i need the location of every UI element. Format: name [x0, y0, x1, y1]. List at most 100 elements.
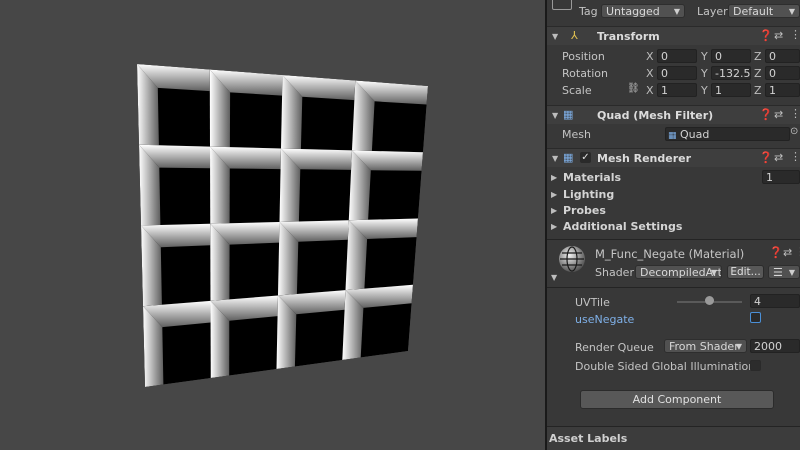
asset-labels-title: Asset Labels [549, 432, 628, 445]
uvtile-slider-thumb[interactable] [705, 296, 714, 305]
scale-z-field[interactable]: 1 [765, 83, 800, 97]
layer-dropdown[interactable]: Default ▼ [728, 4, 800, 18]
scale-label: Scale [562, 84, 592, 97]
foldout-expanded-icon[interactable]: ▼ [552, 32, 558, 41]
transform-title: Transform [597, 30, 660, 43]
list-icon: ☰ [773, 266, 783, 279]
context-menu-icon[interactable]: ⋮ [790, 107, 800, 120]
scale-x-field[interactable]: 1 [657, 83, 697, 97]
render-queue-mode: From Shader [669, 340, 739, 353]
help-icon[interactable]: ❓ [769, 246, 783, 259]
help-icon[interactable]: ❓ [759, 108, 773, 121]
transform-header[interactable]: ▼ ⅄ Transform ❓ ⇄ ⋮ [547, 26, 800, 45]
foldout-collapsed-icon[interactable]: ▶ [551, 173, 557, 182]
materials-count-field[interactable]: 1 [762, 170, 800, 184]
object-picker-icon[interactable]: ⊙ [790, 126, 798, 137]
rotation-x-field[interactable]: 0 [657, 66, 697, 80]
rotation-y-field[interactable]: -132.52 [711, 66, 751, 80]
mesh-filter-title: Quad (Mesh Filter) [597, 109, 714, 122]
material-title: M_Func_Negate (Material) [595, 247, 745, 261]
scale-y-axis[interactable]: Y [701, 84, 708, 97]
rotation-z-field[interactable]: 0 [765, 66, 800, 80]
mesh-filter-header[interactable]: ▼ ▦ Quad (Mesh Filter) ❓ ⇄ ⋮ [547, 105, 800, 124]
materials-foldout[interactable]: Materials [563, 171, 621, 184]
mesh-renderer-icon: ▦ [563, 151, 574, 164]
shader-dropdown[interactable]: DecompiledArt ▼ [635, 265, 722, 279]
rotation-x-axis[interactable]: X [646, 67, 654, 80]
foldout-collapsed-icon[interactable]: ▶ [551, 206, 557, 215]
scene-view[interactable] [0, 0, 545, 450]
edit-shader-button[interactable]: Edit... [727, 265, 764, 279]
chevron-down-icon: ▼ [710, 268, 717, 277]
rotation-y-axis[interactable]: Y [701, 67, 708, 80]
foldout-collapsed-icon[interactable]: ▶ [551, 190, 557, 199]
chevron-down-icon: ▼ [735, 342, 742, 351]
mesh-renderer-title: Mesh Renderer [597, 152, 692, 165]
position-label: Position [562, 50, 605, 63]
enabled-checkbox[interactable]: ✓ [580, 152, 591, 163]
help-icon[interactable]: ❓ [759, 29, 773, 42]
shader-value: DecompiledArt [640, 266, 722, 279]
mesh-label: Mesh [562, 128, 591, 141]
scale-z-axis[interactable]: Z [754, 84, 762, 97]
render-queue-dropdown[interactable]: From Shader ▼ [664, 339, 747, 353]
inspector-panel: Tag Untagged ▼ Layer Default ▼ ▼ ⅄ Transfo… [547, 0, 800, 450]
preset-icon[interactable]: ⇄ [774, 151, 783, 164]
material-sphere-icon [559, 246, 585, 272]
double-sided-gi-checkbox[interactable] [750, 360, 761, 371]
context-menu-icon[interactable]: ⋮ [790, 150, 800, 163]
foldout-collapsed-icon[interactable]: ▶ [551, 222, 557, 231]
context-menu-icon[interactable]: ⋮ [790, 28, 800, 41]
layer-value: Default [733, 5, 774, 18]
usenegate-label: useNegate [575, 313, 635, 326]
preset-icon[interactable]: ⇄ [783, 246, 792, 259]
render-queue-value-field[interactable]: 2000 [750, 339, 800, 353]
tag-label: Tag [579, 5, 598, 18]
layer-label: Layer [697, 5, 728, 18]
tag-dropdown[interactable]: Untagged ▼ [601, 4, 685, 18]
lighting-foldout[interactable]: Lighting [563, 188, 614, 201]
add-component-button[interactable]: Add Component [580, 390, 774, 409]
usenegate-checkbox[interactable] [750, 312, 761, 323]
shader-label: Shader [595, 266, 634, 279]
material-options-dropdown[interactable]: ☰ ▼ [768, 265, 800, 279]
section-separator [547, 287, 800, 288]
chevron-down-icon: ▼ [673, 7, 680, 16]
rotation-z-axis[interactable]: Z [754, 67, 762, 80]
mesh-object-field[interactable]: ▦ Quad [665, 127, 790, 141]
chevron-down-icon: ▼ [788, 268, 795, 277]
section-separator [547, 239, 800, 240]
position-x-field[interactable]: 0 [657, 49, 697, 63]
foldout-expanded-icon[interactable]: ▼ [552, 111, 558, 120]
transform-axes-icon: ⅄ [571, 29, 578, 42]
uvtile-value-field[interactable]: 4 [750, 294, 800, 308]
double-sided-gi-label: Double Sided Global Illumination [575, 360, 756, 373]
preset-icon[interactable]: ⇄ [774, 108, 783, 121]
position-y-axis[interactable]: Y [701, 50, 708, 63]
position-z-axis[interactable]: Z [754, 50, 762, 63]
rotation-label: Rotation [562, 67, 609, 80]
mesh-grid-icon: ▦ [563, 108, 574, 121]
gameobject-icon [552, 0, 572, 10]
probes-foldout[interactable]: Probes [563, 204, 606, 217]
position-y-field[interactable]: 0 [711, 49, 751, 63]
additional-settings-foldout[interactable]: Additional Settings [563, 220, 682, 233]
position-x-axis[interactable]: X [646, 50, 654, 63]
context-menu-icon[interactable]: ⋮ [795, 245, 800, 258]
mesh-renderer-header[interactable]: ▼ ▦ ✓ Mesh Renderer ❓ ⇄ ⋮ [547, 148, 800, 167]
preset-icon[interactable]: ⇄ [774, 29, 783, 42]
render-queue-label: Render Queue [575, 341, 654, 354]
chevron-down-icon: ▼ [788, 7, 795, 16]
negate-quad-preview [137, 64, 428, 387]
mesh-grid-icon: ▦ [668, 131, 677, 141]
uvtile-label: UVTile [575, 296, 610, 309]
tag-value: Untagged [606, 5, 660, 18]
help-icon[interactable]: ❓ [759, 151, 773, 164]
link-icon[interactable]: ⛓ [627, 83, 640, 94]
scale-y-field[interactable]: 1 [711, 83, 751, 97]
foldout-expanded-icon[interactable]: ▼ [551, 273, 557, 282]
foldout-expanded-icon[interactable]: ▼ [552, 154, 558, 163]
scale-x-axis[interactable]: X [646, 84, 654, 97]
position-z-field[interactable]: 0 [765, 49, 800, 63]
mesh-value: Quad [680, 128, 710, 141]
